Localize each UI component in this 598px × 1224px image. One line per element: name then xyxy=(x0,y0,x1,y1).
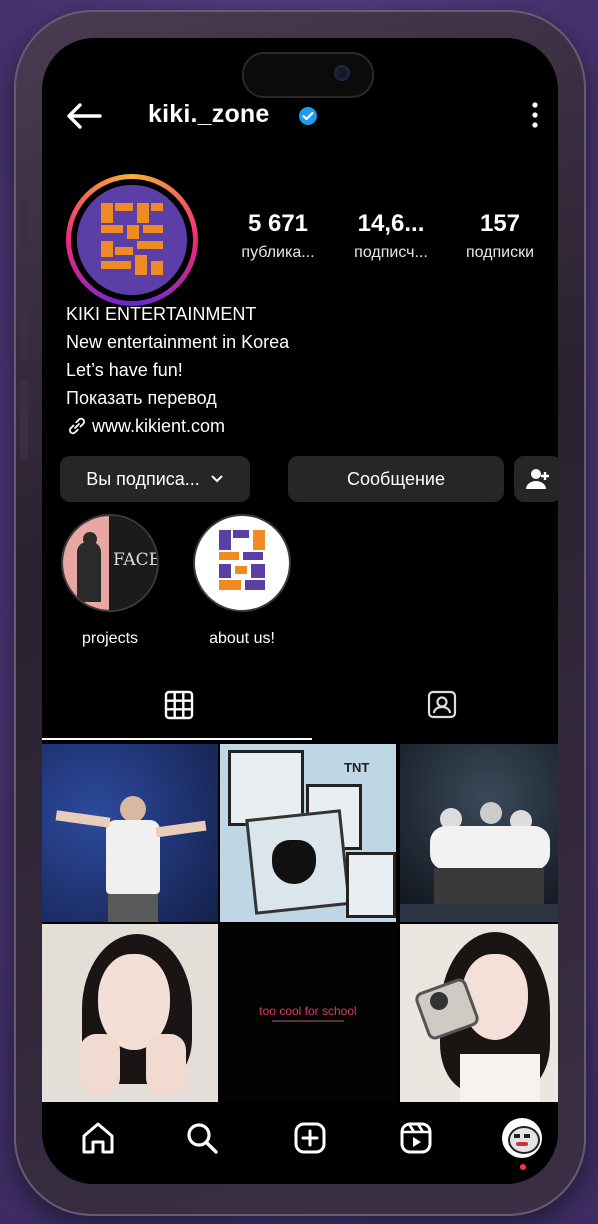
posts-grid: TNT too cool for school xyxy=(42,744,558,1104)
following-button[interactable]: Вы подписа... xyxy=(60,456,250,502)
chevron-down-icon xyxy=(211,475,223,483)
stat-label: подписки xyxy=(465,244,535,261)
create-icon[interactable] xyxy=(290,1118,330,1158)
highlight-cover-text: FACE xyxy=(113,550,159,570)
home-icon[interactable] xyxy=(78,1118,118,1158)
profile-avatar[interactable] xyxy=(66,174,198,306)
highlight-label: about us! xyxy=(209,630,275,647)
side-button xyxy=(20,200,28,246)
highlight-cover xyxy=(193,514,291,612)
profile-tabs xyxy=(42,678,558,740)
search-icon[interactable] xyxy=(182,1118,222,1158)
side-button xyxy=(20,280,28,360)
link-icon xyxy=(69,417,85,435)
highlight-label: projects xyxy=(81,630,139,647)
back-arrow-icon[interactable] xyxy=(64,100,104,132)
website-url: www.kikient.com xyxy=(92,416,226,436)
highlight-about[interactable]: about us! xyxy=(192,514,292,648)
message-button[interactable]: Сообщение xyxy=(288,456,504,502)
following-label: Вы подписа... xyxy=(86,468,200,489)
username-title: kiki._zone xyxy=(148,100,270,128)
stat-following[interactable]: 157 подписки xyxy=(450,210,550,262)
website-link[interactable]: www.kikient.com xyxy=(66,412,289,440)
post-caption-text: too cool for school xyxy=(259,1004,357,1018)
side-button xyxy=(20,380,28,460)
add-person-icon xyxy=(526,469,549,489)
display-name: KIKI ENTERTAINMENT xyxy=(66,304,257,324)
message-label: Сообщение xyxy=(347,468,445,489)
stat-posts[interactable]: 5 671 публика... xyxy=(228,210,328,262)
highlight-cover: FACE xyxy=(61,514,159,612)
profile-bio: KIKI ENTERTAINMENT New entertainment in … xyxy=(66,300,289,440)
post-tile[interactable] xyxy=(400,744,558,922)
bio-line: Let’s have fun! xyxy=(66,360,183,380)
translate-link[interactable]: Показать перевод xyxy=(66,384,289,412)
profile-header: kiki._zone xyxy=(42,96,558,136)
stat-label: публика... xyxy=(241,244,315,261)
suggested-users-button[interactable] xyxy=(514,456,558,502)
more-options-icon[interactable] xyxy=(528,100,542,130)
post-sticker-text: TNT xyxy=(344,760,370,775)
post-tile[interactable] xyxy=(42,744,218,922)
dynamic-island xyxy=(242,52,374,98)
stat-value: 14,6... xyxy=(357,210,425,237)
kiki-logo-icon xyxy=(219,530,265,590)
verified-badge-icon xyxy=(299,107,317,125)
tagged-icon[interactable] xyxy=(426,688,458,720)
post-tile[interactable] xyxy=(42,924,218,1102)
screen: kiki._zone 5 671 публика... 14,6... подп… xyxy=(42,38,558,1184)
active-tab-indicator xyxy=(42,738,312,740)
highlight-projects[interactable]: FACE projects xyxy=(60,514,160,648)
bio-line: New entertainment in Korea xyxy=(66,332,290,352)
post-tile[interactable]: too cool for school xyxy=(220,924,396,1102)
grid-icon[interactable] xyxy=(164,690,194,720)
stat-label: подписч... xyxy=(354,244,428,261)
bottom-nav xyxy=(42,1104,558,1184)
stat-value: 157 xyxy=(479,210,521,237)
kiki-logo-icon xyxy=(77,185,187,295)
profile-avatar-icon[interactable] xyxy=(502,1118,542,1158)
stat-followers[interactable]: 14,6... подписч... xyxy=(336,210,446,262)
post-tile[interactable] xyxy=(400,924,558,1102)
post-tile[interactable]: TNT xyxy=(220,744,396,922)
notification-dot xyxy=(520,1164,526,1170)
stat-value: 5 671 xyxy=(247,210,309,237)
reels-icon[interactable] xyxy=(396,1118,436,1158)
